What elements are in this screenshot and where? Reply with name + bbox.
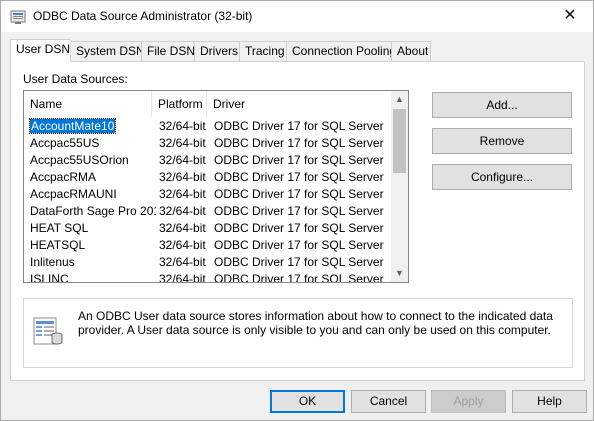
configure-button[interactable]: Configure... (432, 164, 572, 190)
list-item-platform: 32/64-bit (159, 221, 206, 235)
add-button[interactable]: Add... (432, 92, 572, 118)
tab-drivers[interactable]: Drivers (194, 41, 240, 61)
add-button-label: Add... (486, 98, 518, 112)
tab-file-dsn[interactable]: File DSN (141, 41, 195, 61)
list-item-platform: 32/64-bit (159, 136, 206, 150)
list-item-driver: ODBC Driver 17 for SQL Server (214, 238, 384, 252)
list-scrollbar[interactable]: ▲ ▼ (391, 91, 408, 282)
list-item[interactable]: Inlitenus 32/64-bit ODBC Driver 17 for S… (24, 254, 396, 271)
help-button[interactable]: Help (512, 390, 587, 413)
list-item-platform: 32/64-bit (159, 153, 206, 167)
list-item-driver: ODBC Driver 17 for SQL Server (214, 170, 384, 184)
list-item-driver: ODBC Driver 17 for SQL Server (214, 136, 384, 150)
list-item-driver: ODBC Driver 17 for SQL Server (214, 272, 384, 283)
column-header-name[interactable]: Name (24, 91, 152, 117)
list-item-platform: 32/64-bit (159, 119, 206, 133)
list-item-platform: 32/64-bit (159, 255, 206, 269)
list-item-name: Accpac55USOrion (30, 153, 129, 167)
list-item[interactable]: Accpac55US 32/64-bit ODBC Driver 17 for … (24, 135, 396, 152)
list-item-name: HEATSQL (30, 238, 86, 252)
user-dsn-panel: User Data Sources: Name Platform Driver … (10, 61, 585, 381)
list-item-name: HEAT SQL (30, 221, 89, 235)
window-title: ODBC Data Source Administrator (32-bit) (33, 9, 253, 23)
info-box: An ODBC User data source stores informat… (23, 298, 573, 368)
list-item-name: AccpacRMAUNI (30, 187, 117, 201)
scroll-up-arrow-icon[interactable]: ▲ (391, 91, 408, 108)
column-header-driver[interactable]: Driver (207, 91, 396, 117)
list-item[interactable]: ISLINC 32/64-bit ODBC Driver 17 for SQL … (24, 271, 396, 283)
apply-button-label: Apply (453, 394, 484, 408)
apply-button[interactable]: Apply (431, 390, 506, 413)
scroll-thumb[interactable] (393, 109, 406, 173)
list-item[interactable]: Accpac55USOrion 32/64-bit ODBC Driver 17… (24, 152, 396, 169)
configure-button-label: Configure... (470, 170, 534, 184)
data-sources-list[interactable]: Name Platform Driver AccountMate10 32/64… (23, 90, 409, 283)
list-item[interactable]: AccpacRMA 32/64-bit ODBC Driver 17 for S… (24, 169, 396, 186)
list-item-platform: 32/64-bit (159, 187, 206, 201)
list-item-name: Accpac55US (30, 136, 100, 150)
list-item-driver: ODBC Driver 17 for SQL Server (214, 204, 384, 218)
odbc-app-icon (10, 10, 26, 24)
help-button-label: Help (537, 394, 562, 408)
data-source-icon (33, 317, 63, 345)
remove-button-label: Remove (479, 134, 525, 148)
list-item[interactable]: DataForth Sage Pro 2011 32/64-bit ODBC D… (24, 203, 396, 220)
list-item[interactable]: HEAT SQL 32/64-bit ODBC Driver 17 for SQ… (24, 220, 396, 237)
cancel-button[interactable]: Cancel (351, 390, 426, 413)
list-item[interactable]: AccpacRMAUNI 32/64-bit ODBC Driver 17 fo… (24, 186, 396, 203)
title-bar: ODBC Data Source Administrator (32-bit) … (1, 1, 593, 32)
list-item-name: DataForth Sage Pro 2011 (30, 204, 156, 218)
close-icon: ✕ (563, 7, 577, 24)
list-item-name: AccountMate10 (28, 118, 117, 134)
list-item-platform: 32/64-bit (159, 204, 206, 218)
list-item-platform: 32/64-bit (159, 272, 206, 283)
list-header: Name Platform Driver (24, 91, 396, 117)
list-item-platform: 32/64-bit (159, 238, 206, 252)
cancel-button-label: Cancel (369, 394, 408, 408)
remove-button[interactable]: Remove (432, 128, 572, 154)
list-item-driver: ODBC Driver 17 for SQL Server (214, 255, 384, 269)
list-item[interactable]: HEATSQL 32/64-bit ODBC Driver 17 for SQL… (24, 237, 396, 254)
list-item-driver: ODBC Driver 17 for SQL Server (214, 119, 384, 133)
tab-system-dsn[interactable]: System DSN (70, 41, 145, 61)
list-item-driver: ODBC Driver 17 for SQL Server (214, 153, 384, 167)
user-data-sources-label: User Data Sources: (23, 72, 128, 86)
list-item-platform: 32/64-bit (159, 170, 206, 184)
odbc-admin-window: ODBC Data Source Administrator (32-bit) … (0, 0, 594, 421)
list-item-driver: ODBC Driver 17 for SQL Server (214, 221, 384, 235)
info-description: An ODBC User data source stores informat… (78, 309, 553, 337)
tab-tracing[interactable]: Tracing (239, 41, 287, 61)
close-button[interactable]: ✕ (547, 1, 593, 32)
tab-about[interactable]: About (391, 41, 431, 61)
ok-button[interactable]: OK (270, 390, 345, 413)
ok-button-label: OK (298, 394, 317, 408)
tab-connection-pooling[interactable]: Connection Pooling (286, 41, 396, 61)
list-item-name: ISLINC (30, 272, 69, 283)
list-item[interactable]: AccountMate10 32/64-bit ODBC Driver 17 f… (24, 118, 396, 135)
scroll-down-arrow-icon[interactable]: ▼ (391, 265, 408, 282)
list-item-driver: ODBC Driver 17 for SQL Server (214, 187, 384, 201)
column-header-platform[interactable]: Platform (152, 91, 207, 117)
tab-user-dsn[interactable]: User DSN (10, 39, 71, 62)
list-item-name: Inlitenus (30, 255, 75, 269)
list-item-name: AccpacRMA (30, 170, 97, 184)
